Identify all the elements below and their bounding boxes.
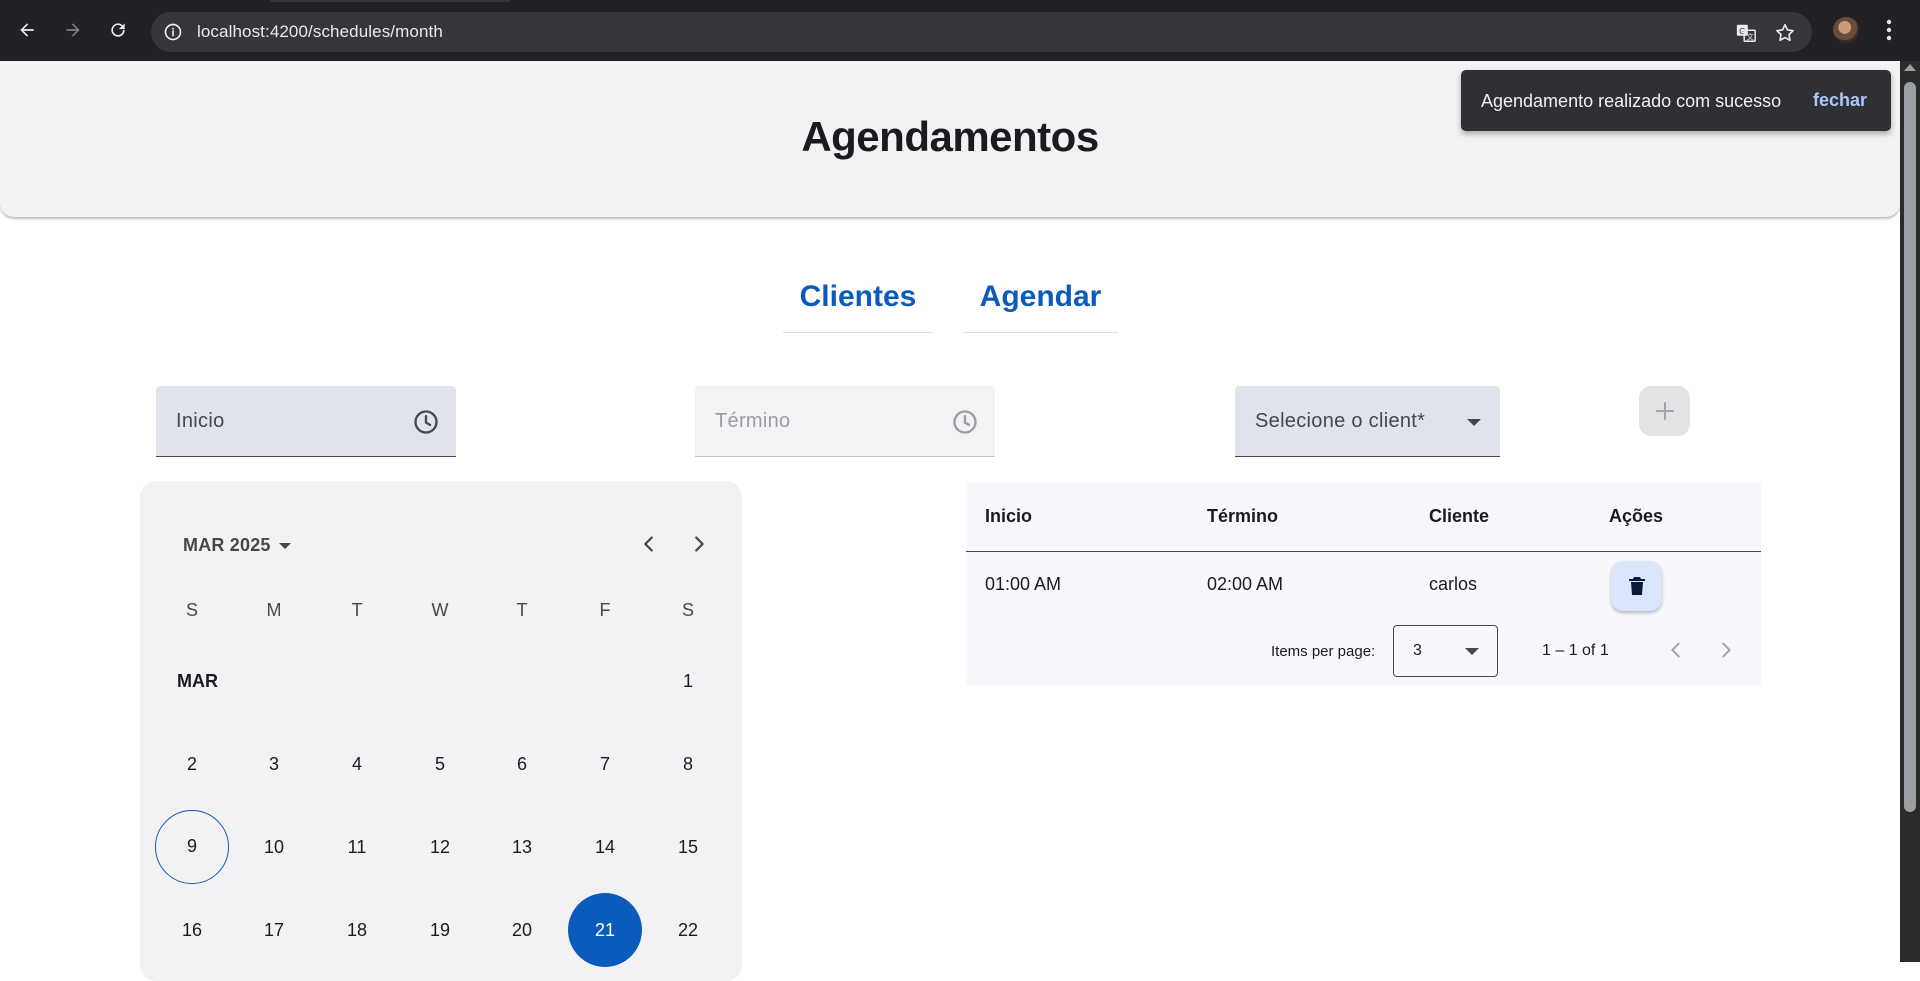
calendar-day[interactable]: 3 (237, 727, 311, 801)
scroll-up-arrow-icon[interactable] (1904, 64, 1916, 71)
weekday-header: W (431, 600, 449, 620)
calendar-day[interactable]: 4 (320, 727, 394, 801)
cell-client: carlos (1429, 574, 1478, 594)
weekday-header: F (599, 600, 611, 620)
items-per-page-label: Items per page: (1271, 643, 1376, 660)
caret-down-icon (278, 542, 291, 549)
client-select[interactable]: Selecione o client* (1235, 386, 1500, 457)
start-time-field[interactable]: Inicio (156, 386, 456, 457)
column-header-start: Inicio (985, 506, 1033, 526)
back-icon[interactable] (11, 14, 43, 46)
browser-menu-icon[interactable] (1886, 19, 1892, 41)
browser-toolbar: localhost:4200/schedules/month G文 (0, 0, 1920, 61)
column-header-client: Cliente (1429, 506, 1490, 526)
next-page-icon[interactable] (1715, 639, 1737, 661)
page-size-select[interactable]: 3 (1393, 625, 1498, 677)
profile-avatar[interactable] (1833, 17, 1859, 43)
schedules-table: Inicio Término Cliente Ações 01:00 AM 02… (966, 482, 1761, 685)
calendar-day[interactable]: 7 (568, 727, 642, 801)
scrollbar-thumb[interactable] (1904, 82, 1916, 812)
calendar-day[interactable]: 18 (320, 893, 394, 967)
page-size-value: 3 (1413, 642, 1422, 659)
calendar-day[interactable]: 11 (320, 810, 394, 884)
previous-page-icon[interactable] (1665, 639, 1687, 661)
tab-agendar[interactable]: Agendar (963, 280, 1118, 314)
translate-icon[interactable]: G文 (1735, 22, 1757, 44)
calendar-day[interactable]: 6 (485, 727, 559, 801)
calendar-day[interactable]: 2 (155, 727, 229, 801)
paginator-range-label: 1 – 1 of 1 (1542, 642, 1609, 659)
calendar-day[interactable]: 14 (568, 810, 642, 884)
column-header-end: Término (1207, 506, 1279, 526)
calendar-day[interactable]: 13 (485, 810, 559, 884)
cell-end: 02:00 AM (1207, 574, 1284, 594)
calendar-day[interactable]: 5 (403, 727, 477, 801)
end-time-label: Término (715, 410, 791, 432)
calendar-day[interactable]: 15 (651, 810, 725, 884)
weekday-header: T (516, 600, 528, 620)
clock-icon[interactable] (412, 408, 440, 436)
weekday-header: S (681, 600, 694, 620)
site-info-icon[interactable] (163, 22, 183, 42)
delete-schedule-button[interactable] (1611, 561, 1662, 611)
bookmark-star-icon[interactable] (1774, 22, 1796, 44)
calendar-day-selected[interactable]: 21 (568, 893, 642, 967)
weekday-header: S (185, 600, 198, 620)
table-header-divider (966, 551, 1761, 552)
calendar-day[interactable]: 22 (651, 893, 725, 967)
forward-icon[interactable] (57, 14, 89, 46)
calendar-day[interactable]: 19 (403, 893, 477, 967)
weekday-header: T (351, 600, 363, 620)
next-month-icon[interactable] (688, 533, 710, 555)
add-schedule-button[interactable] (1639, 386, 1690, 436)
snackbar-message: Agendamento realizado com sucesso (1481, 91, 1782, 111)
success-snackbar: Agendamento realizado com sucesso fechar (1461, 70, 1891, 131)
chevron-down-icon (1465, 648, 1479, 655)
weekday-header: M (266, 600, 282, 620)
svg-text:文: 文 (1746, 32, 1754, 41)
calendar-day-today[interactable]: 9 (155, 810, 229, 884)
active-tab-indicator (270, 0, 510, 2)
snackbar-close-button[interactable]: fechar (1813, 90, 1867, 111)
address-url[interactable]: localhost:4200/schedules/month (197, 22, 443, 42)
calendar-month-label: MAR (177, 671, 218, 691)
tab-clientes[interactable]: Clientes (783, 280, 933, 314)
tab-agendar-underline (963, 332, 1118, 333)
calendar-day[interactable]: 8 (651, 727, 725, 801)
reload-icon[interactable] (102, 14, 134, 46)
month-calendar: MAR 2025 S M T W T F S MAR 1 2 3 4 5 6 7… (140, 481, 742, 981)
calendar-day[interactable]: 20 (485, 893, 559, 967)
period-selector-button[interactable]: MAR 2025 (183, 535, 291, 556)
tab-clientes-underline (783, 332, 933, 333)
column-header-actions: Ações (1609, 506, 1664, 526)
cell-start: 01:00 AM (985, 574, 1062, 594)
client-select-label: Selecione o client* (1255, 410, 1426, 432)
trash-icon (1628, 577, 1645, 595)
calendar-day[interactable]: 17 (237, 893, 311, 967)
plus-icon (1655, 402, 1674, 420)
start-time-label: Inicio (176, 410, 225, 432)
previous-month-icon[interactable] (638, 533, 660, 555)
calendar-day[interactable]: 10 (237, 810, 311, 884)
calendar-day[interactable]: 12 (403, 810, 477, 884)
period-label: MAR 2025 (183, 535, 271, 555)
clock-icon (953, 410, 977, 434)
calendar-day[interactable]: 1 (651, 644, 725, 718)
end-time-field: Término (695, 386, 995, 457)
address-bar[interactable]: localhost:4200/schedules/month G文 (151, 12, 1812, 52)
chevron-down-icon (1467, 419, 1481, 426)
calendar-day[interactable]: 16 (155, 893, 229, 967)
